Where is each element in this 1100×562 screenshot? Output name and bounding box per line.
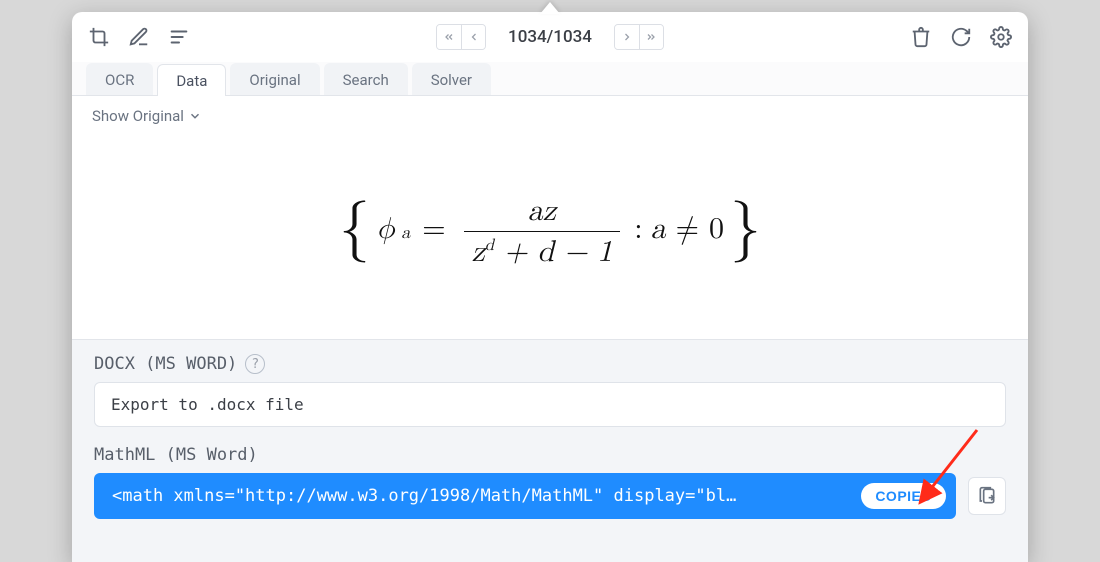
tab-original[interactable]: Original bbox=[230, 63, 319, 95]
tab-label: OCR bbox=[105, 71, 134, 89]
right-brace: } bbox=[730, 198, 761, 260]
mathml-row: <math xmlns="http://www.w3.org/1998/Math… bbox=[94, 473, 1006, 519]
pager-first-prev bbox=[436, 24, 486, 50]
show-original-toggle[interactable]: Show Original bbox=[92, 107, 202, 125]
eq-numerator: az bbox=[520, 193, 564, 229]
toolbar-left bbox=[88, 26, 190, 48]
pager-next-button[interactable] bbox=[615, 25, 639, 49]
copied-pill: COPIED bbox=[861, 483, 946, 509]
page-counter: 1034/1034 bbox=[494, 27, 606, 47]
mathml-copy-box[interactable]: <math xmlns="http://www.w3.org/1998/Math… bbox=[94, 473, 956, 519]
eq-denominator: zd + d − 1 bbox=[464, 234, 621, 270]
tab-ocr[interactable]: OCR bbox=[86, 63, 153, 95]
docx-section-label: DOCX (MS WORD) ? bbox=[94, 354, 1006, 374]
text-lines-icon[interactable] bbox=[168, 26, 190, 48]
tabs: OCR Data Original Search Solver bbox=[72, 62, 1028, 96]
eq-fraction-bar bbox=[464, 231, 621, 232]
refresh-icon[interactable] bbox=[950, 26, 972, 48]
eq-cond-a: a bbox=[651, 211, 666, 247]
trash-icon[interactable] bbox=[910, 26, 932, 48]
export-area: DOCX (MS WORD) ? Export to .docx file Ma… bbox=[72, 339, 1028, 562]
pager-next-last bbox=[614, 24, 664, 50]
help-icon[interactable]: ? bbox=[245, 354, 265, 374]
chevron-down-icon bbox=[188, 109, 202, 123]
eq-fraction: az zd + d − 1 bbox=[464, 193, 621, 270]
tab-label: Original bbox=[249, 71, 300, 89]
subheader: Show Original bbox=[72, 96, 1028, 129]
clipboard-icon[interactable] bbox=[968, 477, 1006, 515]
eq-neq: ≠ bbox=[676, 211, 699, 247]
left-brace: { bbox=[339, 198, 370, 260]
eq-zero: 0 bbox=[709, 211, 724, 247]
eq-colon: : bbox=[634, 211, 642, 247]
toolbar: 1034/1034 bbox=[72, 12, 1028, 62]
export-docx-label: Export to .docx file bbox=[111, 395, 304, 414]
mathml-content: <math xmlns="http://www.w3.org/1998/Math… bbox=[112, 486, 861, 506]
export-docx-button[interactable]: Export to .docx file bbox=[94, 382, 1006, 427]
crop-icon[interactable] bbox=[88, 26, 110, 48]
tab-label: Solver bbox=[431, 71, 472, 89]
pager-last-button[interactable] bbox=[639, 25, 663, 49]
mathml-label-text: MathML (MS Word) bbox=[94, 445, 258, 465]
mathml-section-label: MathML (MS Word) bbox=[94, 445, 1006, 465]
toolbar-right bbox=[910, 26, 1012, 48]
eq-phi: ϕ bbox=[376, 211, 395, 247]
tab-label: Search bbox=[343, 71, 389, 89]
edit-icon[interactable] bbox=[128, 26, 150, 48]
eq-equals: = bbox=[422, 211, 445, 247]
docx-label-text: DOCX (MS WORD) bbox=[94, 354, 237, 374]
pager-prev-button[interactable] bbox=[461, 25, 485, 49]
popover-pointer bbox=[540, 2, 560, 14]
tab-label: Data bbox=[176, 72, 207, 90]
equation-display: { ϕa = az zd + d − 1 : a ≠ 0 } bbox=[72, 129, 1028, 339]
toolbar-center: 1034/1034 bbox=[200, 24, 900, 50]
tab-solver[interactable]: Solver bbox=[412, 63, 491, 95]
gear-icon[interactable] bbox=[990, 26, 1012, 48]
show-original-label: Show Original bbox=[92, 107, 184, 125]
tab-search[interactable]: Search bbox=[324, 63, 408, 95]
eq-phi-sub: a bbox=[401, 222, 410, 244]
pager-first-button[interactable] bbox=[437, 25, 461, 49]
tab-data[interactable]: Data bbox=[157, 64, 226, 96]
app-window: 1034/1034 OCR Data Origi bbox=[72, 12, 1028, 562]
